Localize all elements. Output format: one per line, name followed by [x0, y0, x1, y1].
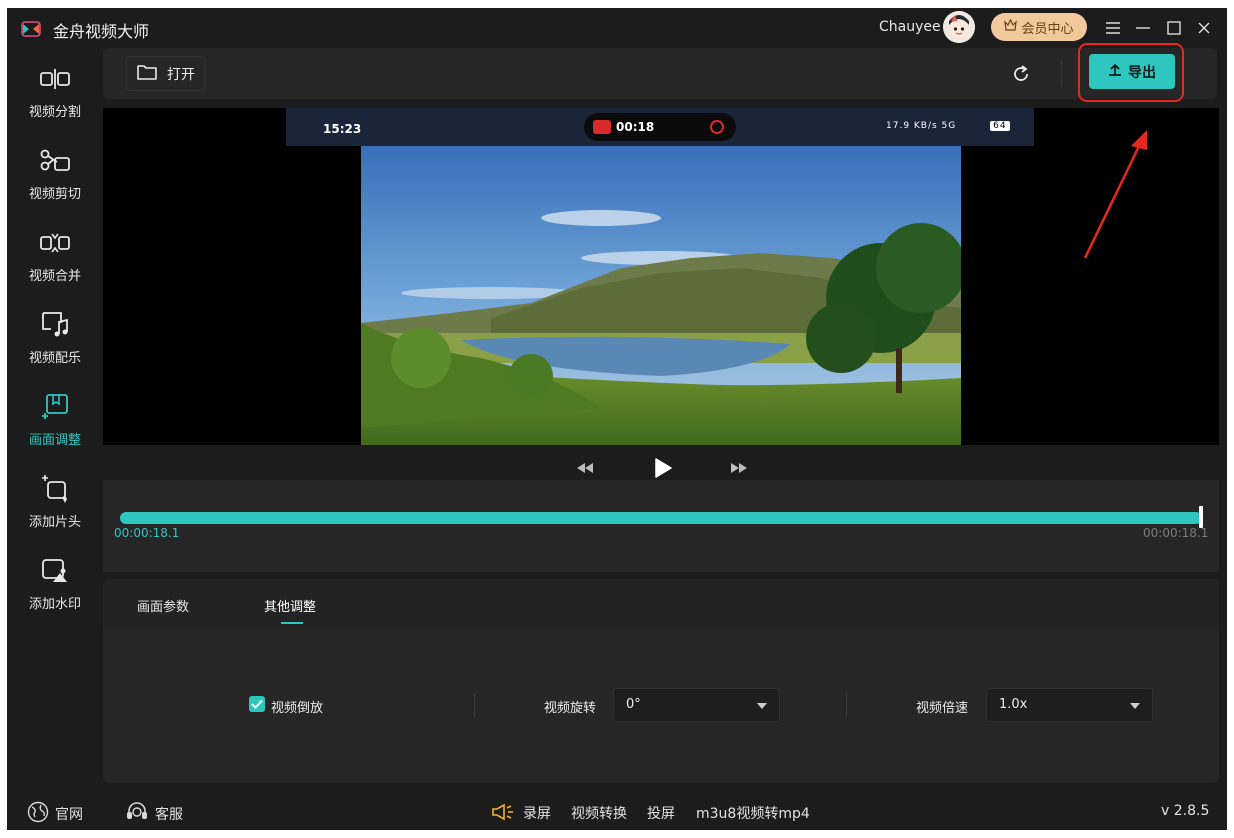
sidebar-item-watermark[interactable]: 添加水印 [7, 540, 103, 620]
play-icon[interactable] [651, 456, 675, 480]
current-time: 00:00:18.1 [114, 526, 180, 540]
field-divider [474, 693, 475, 717]
app-logo-icon [19, 17, 43, 41]
scissors-icon [38, 144, 72, 178]
timeline-area [103, 480, 1219, 572]
sidebar-item-label: 添加片头 [28, 515, 81, 530]
close-icon[interactable] [1192, 16, 1216, 40]
upload-icon [1108, 63, 1122, 81]
sidebar-item-label: 视频合并 [28, 269, 81, 284]
speed-select[interactable]: 1.0x [986, 688, 1153, 722]
tabs-bar: 画面参数 其他调整 [103, 579, 1219, 627]
music-icon [38, 308, 72, 342]
chevron-down-icon [757, 703, 767, 709]
support-label: 客服 [155, 807, 183, 823]
battery-icon: 64 [990, 121, 1010, 131]
sidebar-item-music[interactable]: 视频配乐 [7, 294, 103, 374]
refresh-icon[interactable] [1009, 62, 1033, 86]
stop-record-icon [710, 120, 724, 134]
vip-center-label: 会员中心 [1021, 21, 1074, 37]
watermark-icon [38, 554, 72, 588]
sidebar-item-label: 视频配乐 [28, 351, 81, 366]
username[interactable]: Chauyee [879, 19, 941, 35]
phone-time: 15:23 [323, 122, 362, 136]
megaphone-icon [491, 803, 515, 825]
maximize-icon[interactable] [1162, 16, 1186, 40]
export-highlight-box: 导出 [1078, 43, 1184, 102]
folder-icon [137, 64, 157, 84]
video-frame-image [361, 108, 961, 445]
open-button[interactable]: 打开 [126, 56, 205, 91]
recording-pill: 00:18 [584, 113, 736, 141]
version-label: v 2.8.5 [1161, 803, 1210, 819]
tab-other-adjust[interactable]: 其他调整 [264, 596, 316, 615]
sidebar-item-label: 视频分割 [28, 105, 81, 120]
sidebar-item-label: 视频剪切 [28, 187, 81, 202]
sidebar-item-label: 画面调整 [28, 433, 81, 448]
website-link[interactable]: 官网 [27, 801, 83, 827]
speed-value: 1.0x [999, 697, 1028, 712]
annotation-arrow [1083, 130, 1147, 259]
phone-status-bar: 15:23 00:18 17.9 KB/s 5G 64 [286, 108, 1034, 146]
split-icon [38, 62, 72, 96]
website-label: 官网 [55, 807, 83, 823]
intro-icon [38, 472, 72, 506]
avatar[interactable] [943, 11, 975, 43]
footer-link-cast[interactable]: 投屏 [647, 803, 675, 823]
vip-center-button[interactable]: 会员中心 [991, 13, 1087, 41]
field-divider [846, 693, 847, 717]
footer-link-convert[interactable]: 视频转换 [571, 803, 627, 823]
sidebar-item-cut[interactable]: 视频剪切 [7, 130, 103, 210]
sidebar-item-intro[interactable]: 添加片头 [7, 458, 103, 538]
sidebar-item-split[interactable]: 视频分割 [7, 48, 103, 128]
crop-adjust-icon [38, 390, 72, 424]
tab-picture-params[interactable]: 画面参数 [137, 596, 189, 615]
reverse-label[interactable]: 视频倒放 [271, 697, 323, 716]
footer-link-m3u8[interactable]: m3u8视频转mp4 [696, 803, 810, 823]
fast-forward-icon[interactable] [727, 456, 751, 480]
headset-icon [125, 801, 149, 827]
status-network-text: 17.9 KB/s 5G [886, 121, 957, 131]
progress-bar[interactable] [120, 512, 1202, 524]
support-link[interactable]: 客服 [125, 801, 183, 827]
video-preview[interactable]: 15:23 00:18 17.9 KB/s 5G 64 [103, 108, 1219, 445]
globe-icon [27, 801, 49, 827]
rotate-value: 0° [626, 697, 641, 712]
rotate-label: 视频旋转 [544, 701, 597, 716]
menu-icon[interactable] [1101, 16, 1125, 40]
toolbar-divider [1061, 61, 1062, 86]
active-tab-indicator [281, 622, 303, 624]
open-label: 打开 [167, 66, 195, 83]
crown-icon [1004, 18, 1018, 35]
status-icons: 17.9 KB/s 5G 64 [886, 121, 1010, 131]
footer-link-record[interactable]: 录屏 [523, 803, 551, 823]
rewind-icon[interactable] [573, 456, 597, 480]
export-label: 导出 [1128, 64, 1156, 81]
speed-label: 视频倍速 [916, 701, 969, 716]
app-window: 金舟视频大师 Chauyee 会员中心 视频分割 视频剪切 视频合并 视频配乐 … [7, 8, 1227, 830]
record-time: 00:18 [616, 120, 655, 134]
camera-record-icon [593, 120, 611, 134]
sidebar-item-label: 添加水印 [28, 597, 81, 612]
reverse-checkbox[interactable] [249, 696, 265, 712]
sidebar-item-adjust[interactable]: 画面调整 [7, 376, 103, 456]
minimize-icon[interactable] [1131, 16, 1155, 40]
export-button[interactable]: 导出 [1089, 54, 1175, 89]
merge-icon [38, 226, 72, 260]
app-title: 金舟视频大师 [53, 22, 150, 41]
settings-panel: 画面参数 其他调整 视频倒放 视频旋转 0° 视频倍速 1.0x [103, 579, 1219, 783]
sidebar-item-merge[interactable]: 视频合并 [7, 212, 103, 292]
progress-handle[interactable] [1199, 506, 1203, 528]
chevron-down-icon [1130, 703, 1140, 709]
total-time: 00:00:18.1 [1143, 526, 1209, 540]
title-bar: 金舟视频大师 Chauyee 会员中心 [7, 8, 1227, 48]
rotate-select[interactable]: 0° [613, 688, 780, 722]
toolbar: 打开 导出 [103, 43, 1217, 102]
